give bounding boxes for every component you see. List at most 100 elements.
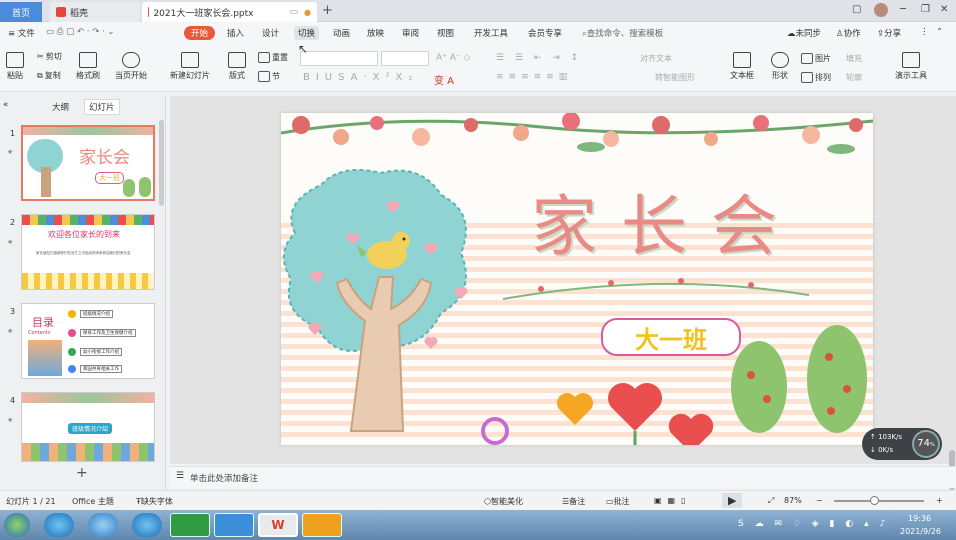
wps-icon[interactable]: W [258,513,298,537]
tab-slides[interactable]: 幻灯片 [84,99,120,115]
system-tray-icons[interactable]: S ☁ ✉ ♢ ◈ ▮ ◐ ▴ ♪ [738,519,889,529]
view-mode-icons[interactable]: ▣▦▯ [654,496,692,505]
shape-button[interactable]: 形状 [771,52,789,81]
present-tools-button[interactable]: 演示工具 [895,52,927,81]
menu-animation[interactable]: 动画 [333,27,350,39]
layout-button[interactable]: 版式 [228,52,246,81]
font-name-dropdown[interactable] [300,51,378,66]
network-speed-widget[interactable]: ↑ 103K/s ↓ 0K/s 74% [862,428,942,460]
font-color-icon[interactable]: 变 A [434,72,454,87]
clock-date[interactable]: 2021/9/26 [900,527,941,536]
play-from-current-button[interactable]: 当页开始 [115,52,147,81]
zoom-in-icon[interactable]: + [936,496,943,505]
avatar[interactable] [874,3,888,17]
collab-button[interactable]: ♙协作 [836,27,861,39]
collapse-ribbon-icon[interactable]: ⌃ [936,27,943,37]
tab-document[interactable]: 2021大一班家长会.pptx ▭ ● [142,2,317,22]
start-button-icon[interactable] [4,513,30,537]
align-icons[interactable]: ≡≡≡≡≡▥ [496,72,572,82]
reset-label: 重置 [272,53,288,62]
tab-daoke[interactable]: 稻壳 [50,2,140,22]
new-slide-button[interactable]: 新建幻灯片 [170,52,210,81]
smart-graphic-button[interactable]: 转智能图形 [655,72,695,83]
sogou-icon[interactable] [88,513,118,537]
add-slide-button[interactable]: + [76,465,88,481]
command-search[interactable]: ⌕查找命令、搜索模板 [582,27,663,39]
slide-thumbnail-2[interactable]: 欢迎各位家长的到来 家长朋友们感谢你们在百忙之中抽出时间来参加我们的家长会 [21,214,155,290]
missing-font-button[interactable]: Ŧ缺失字体 [136,496,173,507]
bullet-icon [68,365,76,373]
picture-button[interactable]: 图片 [801,53,831,64]
restore-icon[interactable]: ❐ [921,4,930,15]
slide-title[interactable]: 家长会 [531,173,801,269]
arrange-button[interactable]: 排列 [801,72,831,83]
slide-1[interactable]: 家长会 大一班 [281,113,873,445]
reset-button[interactable]: 重置 [258,52,288,63]
tab-home[interactable]: 首页 [0,2,42,22]
copy-button[interactable]: ⧉ 复制 [37,70,61,81]
sync-status[interactable]: ☁未同步 [787,27,821,39]
notes-pane[interactable]: 单击此处添加备注 ☰ [170,466,956,488]
window-count-icon[interactable]: ▢ [852,4,861,15]
quick-access-icons[interactable]: ▭ ⎙ ▢ ↶ · ↷ · ⌄ [46,27,115,37]
new-tab-button[interactable]: + [322,3,333,18]
menu-insert[interactable]: 插入 [227,27,244,39]
textbox-button[interactable]: 文本框 [730,52,754,81]
class-badge[interactable]: 大一班 [601,318,741,356]
clock-time[interactable]: 19:36 [908,514,931,523]
minimize-icon[interactable]: ─ [900,4,906,15]
menu-member[interactable]: 会员专享 [528,27,562,39]
menu-developer[interactable]: 开发工具 [474,27,508,39]
usage-gauge: 74% [912,430,940,458]
notes-toggle[interactable]: ☰备注 [562,496,585,507]
menu-design[interactable]: 设计 [262,27,279,39]
share-button[interactable]: ⇪分享 [877,27,901,39]
zoom-level[interactable]: 87% [784,496,802,505]
slide-thumbnail-1[interactable]: 家长会 大一班 [21,125,155,201]
menu-file[interactable]: ≡ 文件 [8,27,35,39]
slide-thumbnail-4[interactable]: 班级情况介绍 [21,392,155,462]
font-size-dropdown[interactable] [381,51,429,66]
beautify-button[interactable]: ⬡智能美化 [484,496,523,507]
picture-icon [801,53,813,64]
edge-browser-icon[interactable] [132,513,162,537]
collapse-panel-icon[interactable]: « [3,100,8,110]
mouse-cursor-icon: ↖ [298,42,309,56]
wechat-icon[interactable] [170,513,210,537]
theme-name[interactable]: Office 主题 [72,496,114,507]
menu-transition[interactable]: 切换 [294,26,320,40]
smart-graphic-label: 转智能图形 [655,73,695,82]
feishu-icon[interactable] [214,513,254,537]
comment-button[interactable]: ▭批注 [606,496,630,507]
paste-button[interactable]: 粘贴 [6,52,24,81]
format-painter-button[interactable]: 格式刷 [76,52,100,81]
slide-thumbnail-3[interactable]: 目录 Contents 班级情况介绍 保育工作及卫生保健介绍 幼小衔接工作介绍 … [21,303,155,379]
close-icon[interactable]: ✕ [940,4,948,15]
fill-button[interactable]: 填充 [846,53,862,64]
menu-bar: ≡ 文件 ▭ ⎙ ▢ ↶ · ↷ · ⌄ 开始 插入 设计 切换 动画 放映 审… [0,22,956,46]
section-button[interactable]: 节 [258,71,280,82]
tab-pin-icon[interactable]: ▭ [290,7,299,17]
list-icons[interactable]: ☰ ☰ ⇤ ⇥ ↕ [496,53,582,63]
menu-slideshow[interactable]: 放映 [367,27,384,39]
panel-scrollbar[interactable] [159,120,164,206]
font-style-icons[interactable]: BIUSA·X²X₂ [303,72,418,83]
slide-position: 幻灯片 1 / 21 [6,497,56,506]
more-icon[interactable]: ⋮ [920,27,929,37]
media-player-icon[interactable] [302,513,342,537]
cut-button[interactable]: ✂ 剪切 [37,51,62,62]
fit-window-icon[interactable]: ⤢ [768,496,774,506]
align-text-button[interactable]: 对齐文本 [640,53,672,64]
tab-outline[interactable]: 大纲 [52,101,69,113]
slideshow-play-icon[interactable]: ▶ [722,493,743,508]
menu-start[interactable]: 开始 [184,26,216,40]
zoom-slider-thumb[interactable] [870,496,879,505]
ie-browser-icon[interactable] [44,513,74,537]
menu-view[interactable]: 视图 [437,27,454,39]
zoom-slider[interactable] [834,500,924,502]
ppt-icon [148,7,150,17]
menu-review[interactable]: 审阅 [402,27,419,39]
zoom-out-icon[interactable]: − [816,496,823,505]
font-size-adjust-icons[interactable]: A⁺ A⁻ ◇ [436,53,470,63]
outline-button[interactable]: 轮廓 [846,72,862,83]
